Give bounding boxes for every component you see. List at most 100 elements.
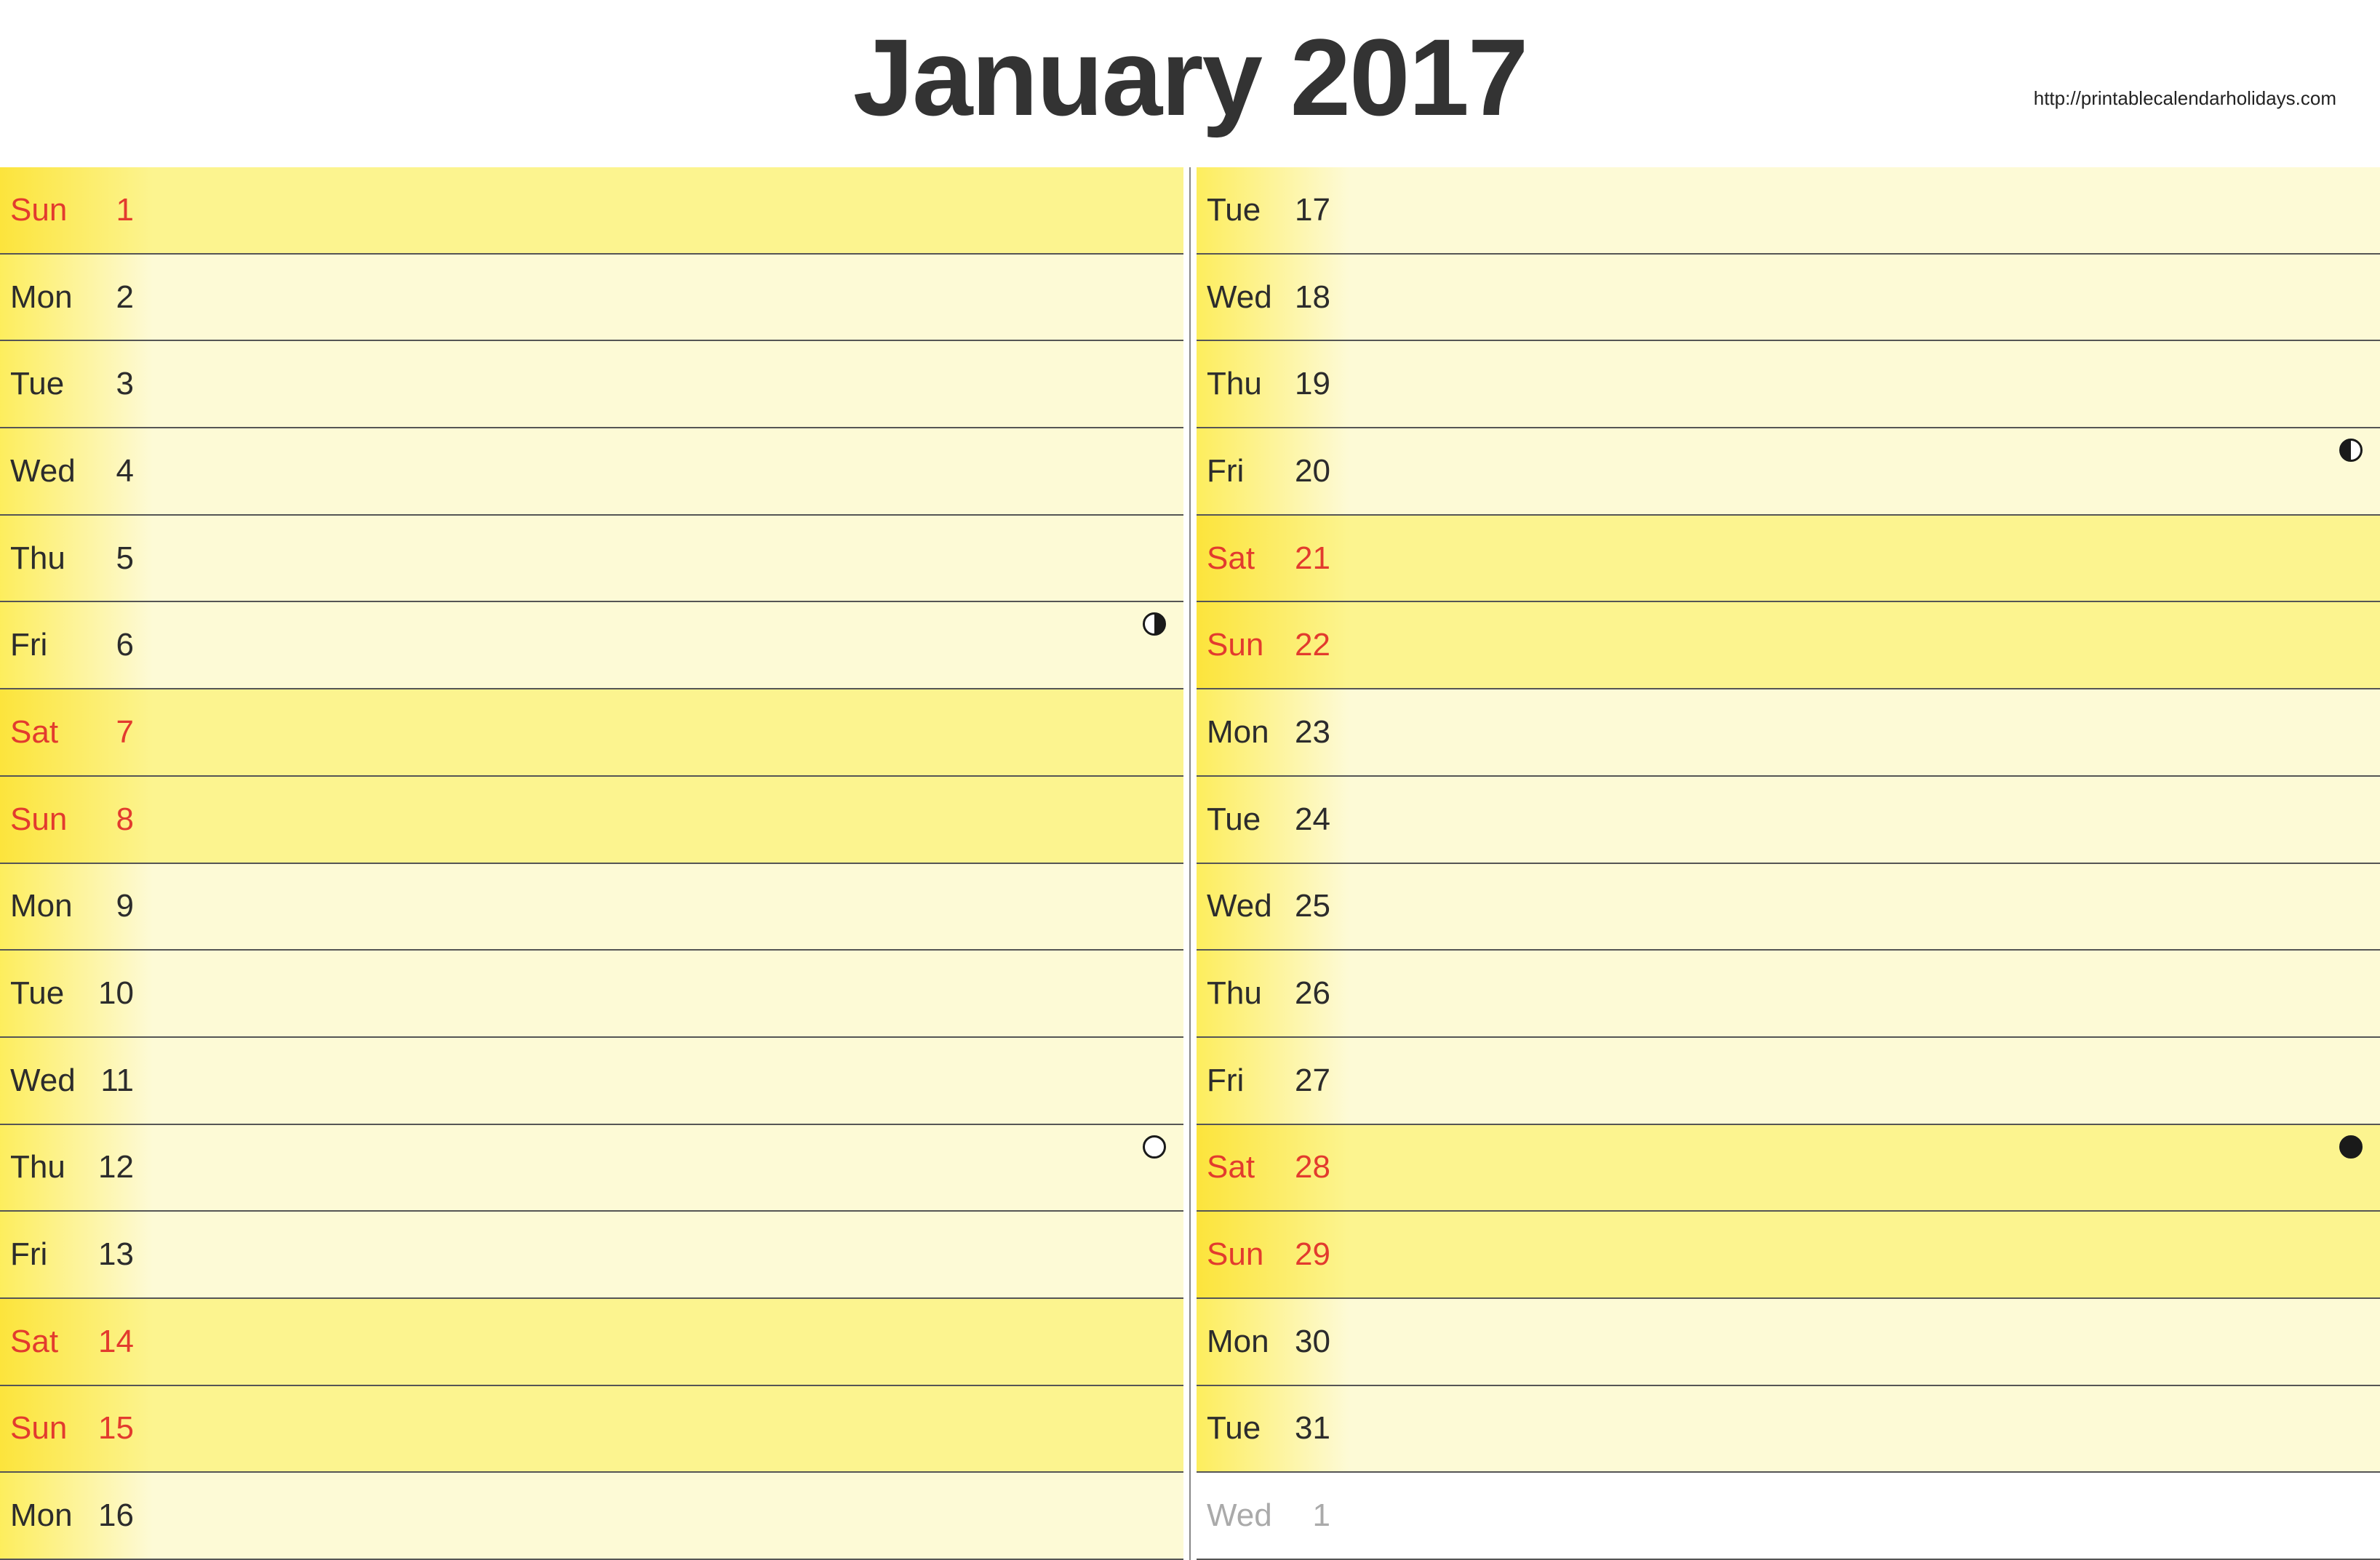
- date-cell: Sun8: [0, 777, 153, 863]
- note-area: [1349, 777, 2380, 863]
- note-area: [153, 428, 1183, 514]
- date-cell: Mon30: [1197, 1299, 1349, 1385]
- day-number: 10: [90, 975, 134, 1012]
- day-of-week: Sat: [10, 1324, 90, 1360]
- date-cell: Thu26: [1197, 951, 1349, 1036]
- date-cell: Fri13: [0, 1212, 153, 1297]
- day-number: 25: [1287, 888, 1330, 924]
- calendar-column-left: Sun1Mon2Tue3Wed4Thu5Fri6Sat7Sun8Mon9Tue1…: [0, 167, 1183, 1560]
- moon-phase-icon: [1143, 1135, 1166, 1159]
- day-number: 7: [90, 714, 134, 751]
- date-cell: Thu5: [0, 516, 153, 601]
- day-of-week: Tue: [1207, 192, 1287, 228]
- day-of-week: Sun: [1207, 627, 1287, 663]
- calendar-row: Fri6: [0, 602, 1183, 689]
- calendar-row: Fri13: [0, 1212, 1183, 1299]
- note-area: [153, 1212, 1183, 1297]
- date-cell: Sun29: [1197, 1212, 1349, 1297]
- date-cell: Fri20: [1197, 428, 1349, 514]
- day-of-week: Thu: [1207, 366, 1287, 402]
- day-of-week: Mon: [10, 279, 90, 316]
- note-area: [1349, 602, 2380, 688]
- day-number: 6: [90, 627, 134, 663]
- date-cell: Sat7: [0, 689, 153, 775]
- note-area: [1349, 1212, 2380, 1297]
- day-of-week: Sat: [10, 714, 90, 751]
- day-number: 28: [1287, 1149, 1330, 1185]
- day-number: 31: [1287, 1410, 1330, 1447]
- date-cell: Tue10: [0, 951, 153, 1036]
- note-area: [1349, 428, 2380, 514]
- calendar-row: Thu26: [1197, 951, 2380, 1038]
- calendar-row: Sun22: [1197, 602, 2380, 689]
- calendar-row: Sun1: [0, 167, 1183, 255]
- note-area: [153, 516, 1183, 601]
- day-of-week: Sun: [10, 1410, 90, 1447]
- day-of-week: Tue: [1207, 801, 1287, 838]
- day-of-week: Wed: [10, 453, 90, 489]
- day-of-week: Thu: [1207, 975, 1287, 1012]
- calendar-row: Wed11: [0, 1038, 1183, 1125]
- note-area: [1349, 1125, 2380, 1211]
- calendar-body: Sun1Mon2Tue3Wed4Thu5Fri6Sat7Sun8Mon9Tue1…: [0, 167, 2380, 1560]
- note-area: [153, 255, 1183, 340]
- date-cell: Fri27: [1197, 1038, 1349, 1124]
- date-cell: Wed11: [0, 1038, 153, 1124]
- date-cell: Wed4: [0, 428, 153, 514]
- day-number: 19: [1287, 366, 1330, 402]
- calendar-row: Mon9: [0, 864, 1183, 951]
- day-of-week: Thu: [10, 540, 90, 577]
- day-of-week: Tue: [1207, 1410, 1287, 1447]
- day-of-week: Mon: [1207, 1324, 1287, 1360]
- day-number: 4: [90, 453, 134, 489]
- date-cell: Tue17: [1197, 167, 1349, 253]
- calendar-row: Tue17: [1197, 167, 2380, 255]
- note-area: [1349, 1386, 2380, 1472]
- day-number: 17: [1287, 192, 1330, 228]
- date-cell: Sun15: [0, 1386, 153, 1472]
- note-area: [153, 951, 1183, 1036]
- date-cell: Tue31: [1197, 1386, 1349, 1472]
- day-number: 18: [1287, 279, 1330, 316]
- note-area: [1349, 341, 2380, 427]
- day-of-week: Sun: [10, 801, 90, 838]
- date-cell: Sun1: [0, 167, 153, 253]
- calendar-row: Mon30: [1197, 1299, 2380, 1386]
- day-of-week: Tue: [10, 975, 90, 1012]
- calendar-row: Sat21: [1197, 516, 2380, 603]
- calendar-row: Wed25: [1197, 864, 2380, 951]
- calendar-row: Wed18: [1197, 255, 2380, 342]
- day-number: 27: [1287, 1063, 1330, 1099]
- day-number: 13: [90, 1236, 134, 1273]
- calendar-row: Sat28: [1197, 1125, 2380, 1212]
- note-area: [1349, 255, 2380, 340]
- day-number: 26: [1287, 975, 1330, 1012]
- day-number: 15: [90, 1410, 134, 1447]
- note-area: [1349, 1299, 2380, 1385]
- calendar-row: Tue24: [1197, 777, 2380, 864]
- day-of-week: Thu: [10, 1149, 90, 1185]
- date-cell: Mon23: [1197, 689, 1349, 775]
- date-cell: Sun22: [1197, 602, 1349, 688]
- note-area: [153, 864, 1183, 950]
- note-area: [153, 167, 1183, 253]
- calendar-row: Thu12: [0, 1125, 1183, 1212]
- calendar-row: Tue10: [0, 951, 1183, 1038]
- day-number: 16: [90, 1497, 134, 1534]
- date-cell: Sat28: [1197, 1125, 1349, 1211]
- day-of-week: Sat: [1207, 1149, 1287, 1185]
- calendar-row: Sun29: [1197, 1212, 2380, 1299]
- day-number: 1: [1287, 1497, 1330, 1534]
- day-of-week: Sun: [1207, 1236, 1287, 1273]
- day-number: 14: [90, 1324, 134, 1360]
- day-of-week: Mon: [10, 888, 90, 924]
- day-of-week: Tue: [10, 366, 90, 402]
- moon-phase-icon: [2339, 439, 2363, 462]
- date-cell: Mon2: [0, 255, 153, 340]
- date-cell: Thu19: [1197, 341, 1349, 427]
- moon-phase-icon: [2339, 1135, 2363, 1159]
- day-number: 11: [90, 1063, 134, 1099]
- day-of-week: Fri: [1207, 453, 1287, 489]
- calendar-title: January 2017: [853, 15, 1528, 140]
- day-of-week: Mon: [10, 1497, 90, 1534]
